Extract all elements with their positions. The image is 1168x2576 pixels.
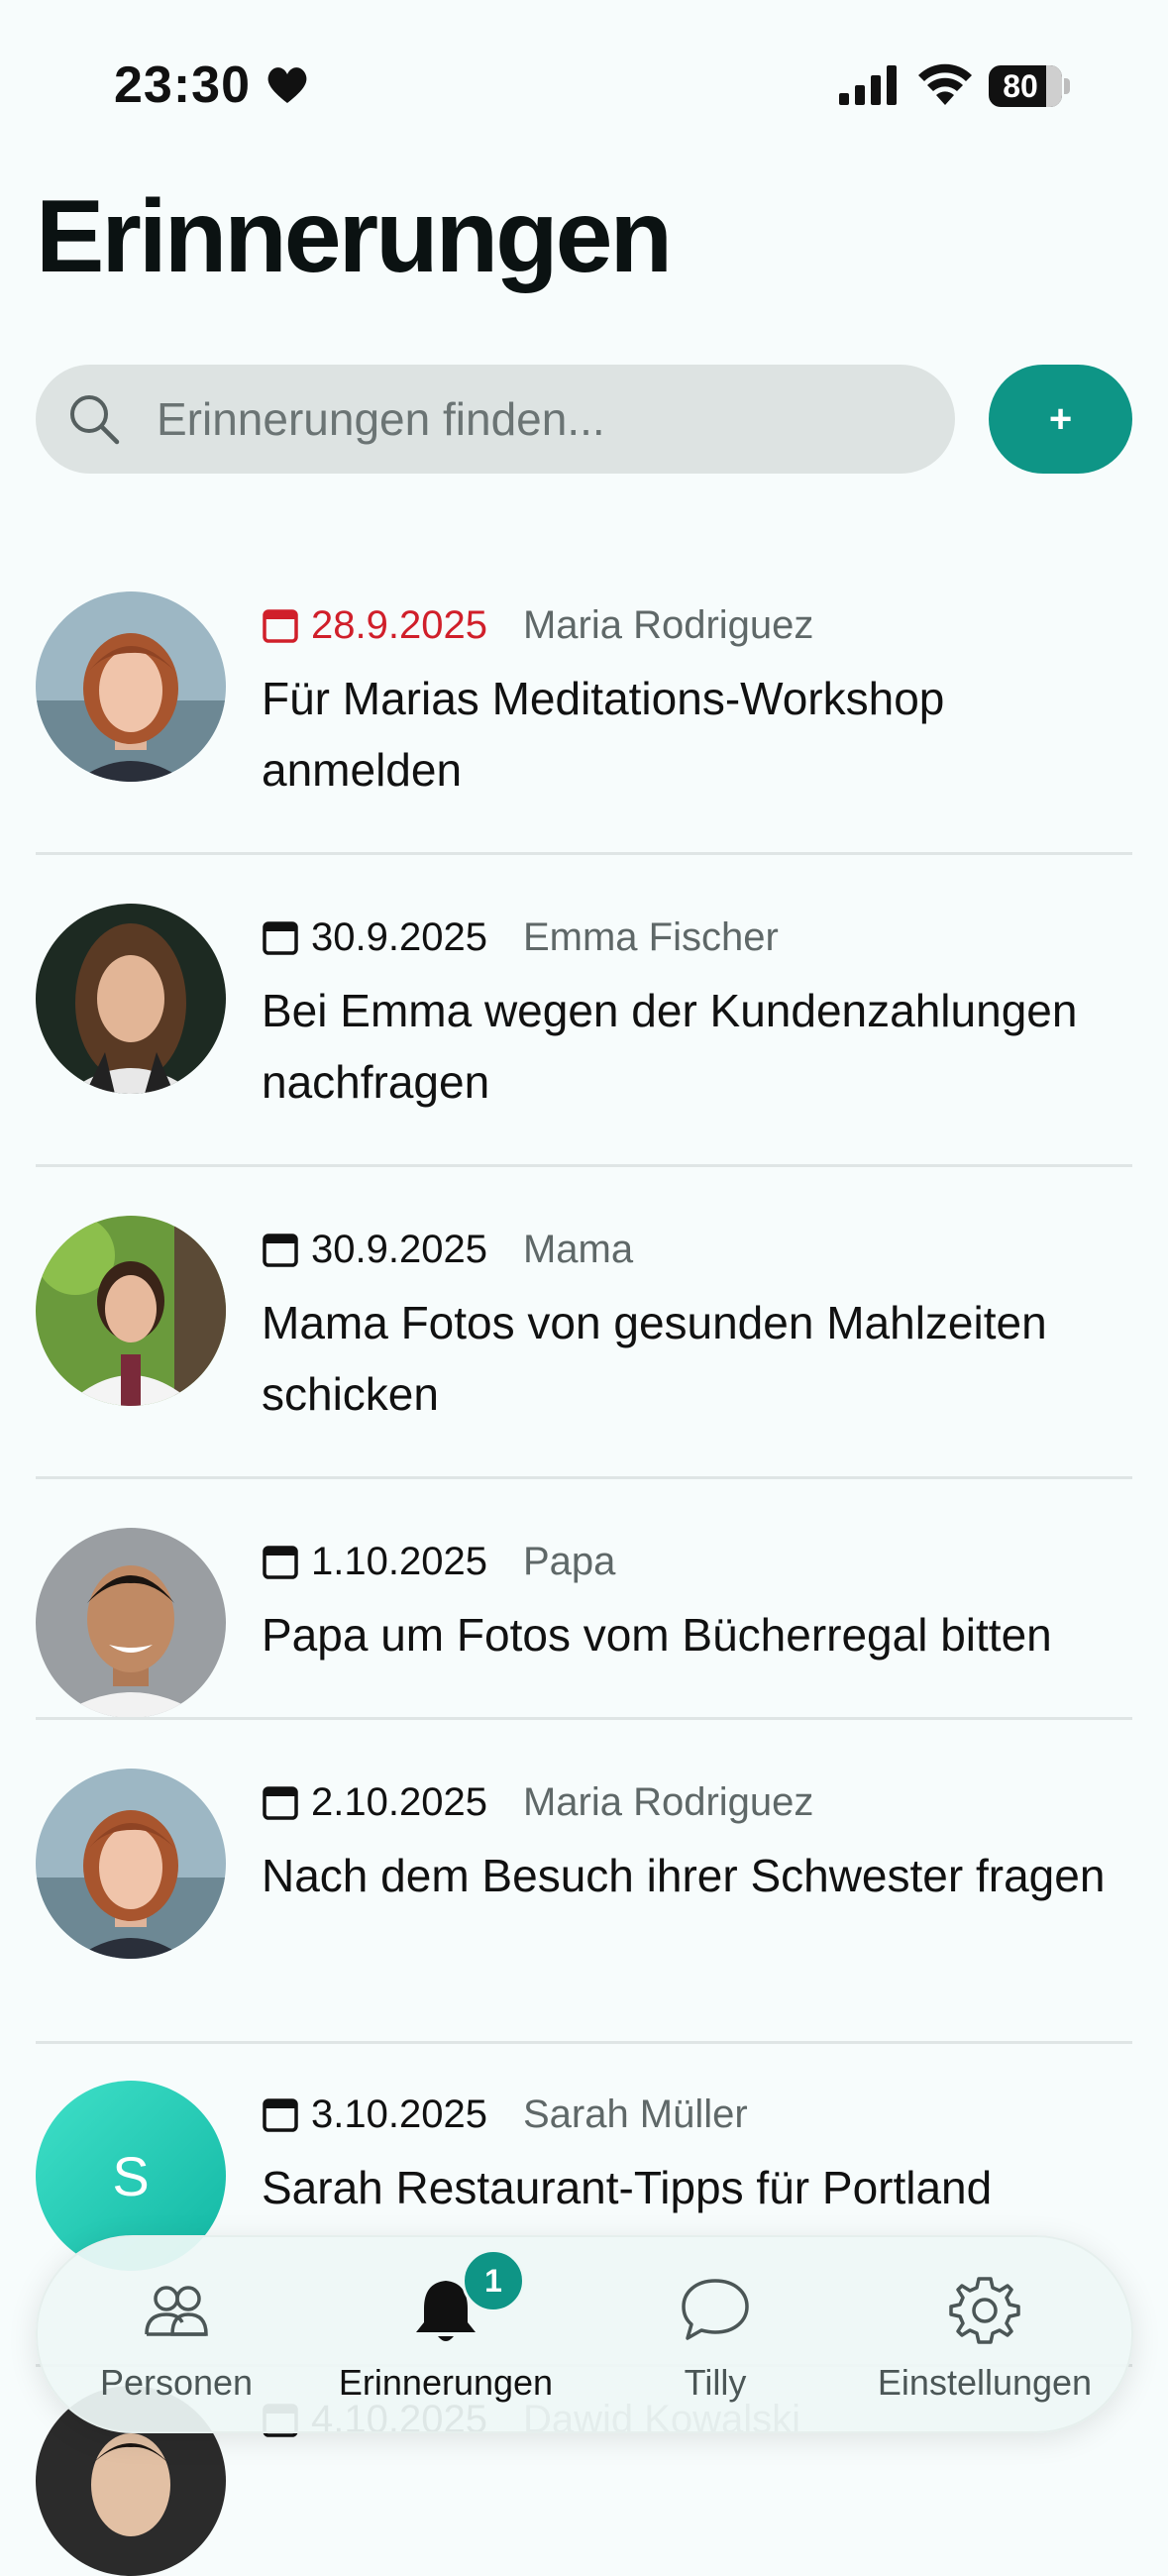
heart-icon: [267, 67, 307, 103]
calendar-icon: [263, 609, 298, 643]
avatar: [36, 904, 226, 1094]
page-title: Erinnerungen: [36, 179, 673, 294]
reminder-text: Papa um Fotos vom Bücherregal bitten: [262, 1609, 1052, 1661]
tab-label: Erinnerungen: [338, 2362, 554, 2403]
reminder-meta: 28.9.2025 Maria Rodriguez: [262, 599, 813, 651]
calendar-icon: [263, 1234, 298, 1267]
chat-bubble-icon: [682, 2279, 749, 2340]
reminder-person: Sarah Müller: [522, 2092, 748, 2136]
reminder-person: Maria Rodriguez: [522, 1779, 814, 1824]
tab-personen[interactable]: Personen: [48, 2237, 305, 2431]
notification-badge: 1: [462, 2249, 525, 2312]
avatar: [36, 1769, 226, 1959]
search-bar[interactable]: [36, 365, 955, 474]
reminder-date: 30.9.2025: [311, 914, 487, 959]
avatar: [36, 1216, 226, 1406]
avatar-initial: S: [112, 2144, 150, 2207]
reminder-text: Bei Emma wegen der Kundenzahlungen nachf…: [262, 985, 1078, 1108]
reminder-text: Nach dem Besuch ihrer Schwester fragen: [262, 1850, 1106, 1901]
tab-bar: Personen 1 Erinnerungen Tilly Einstellun…: [36, 2235, 1133, 2433]
add-reminder-button[interactable]: +: [989, 365, 1132, 474]
divider: [36, 1717, 1132, 1720]
people-icon: [145, 2286, 208, 2336]
tab-tilly[interactable]: Tilly: [586, 2237, 844, 2431]
tab-einstellungen[interactable]: Einstellungen: [856, 2237, 1114, 2431]
reminder-person: Maria Rodriguez: [522, 602, 814, 647]
reminder-date: 28.9.2025: [311, 602, 487, 647]
avatar: [36, 591, 226, 782]
divider: [36, 1476, 1132, 1479]
reminder-meta: 1.10.2025 Papa: [262, 1536, 615, 1587]
reminder-date: 3.10.2025: [311, 2092, 487, 2136]
calendar-icon: [263, 1786, 298, 1820]
calendar-icon: [263, 921, 298, 955]
reminder-person: Emma Fischer: [522, 914, 779, 959]
divider: [36, 2041, 1132, 2044]
tab-label: Einstellungen: [877, 2362, 1093, 2403]
calendar-icon: [263, 1546, 298, 1579]
status-time: 23:30: [114, 56, 251, 114]
battery-indicator: 80: [989, 65, 1070, 107]
reminder-text: Mama Fotos von gesunden Mahlzeiten schic…: [262, 1297, 1047, 1420]
avatar: [36, 1528, 226, 1718]
tab-erinnerungen[interactable]: 1 Erinnerungen: [317, 2237, 575, 2431]
wifi-icon: [918, 63, 972, 105]
reminder-person: Mama: [522, 1227, 634, 1271]
reminder-meta: 30.9.2025 Emma Fischer: [262, 912, 779, 963]
reminder-person: Papa: [522, 1539, 616, 1583]
reminder-meta: 30.9.2025 Mama: [262, 1224, 633, 1275]
gear-icon: [949, 2277, 1020, 2344]
tab-label: Personen: [99, 2362, 254, 2403]
divider: [36, 1164, 1132, 1167]
reminder-date: 2.10.2025: [311, 1779, 487, 1824]
status-bar: 23:30 80: [0, 0, 1168, 149]
calendar-icon: [263, 2098, 298, 2132]
reminder-date: 1.10.2025: [311, 1539, 487, 1583]
reminder-meta: 3.10.2025 Sarah Müller: [262, 2089, 748, 2140]
tab-label: Tilly: [684, 2362, 747, 2403]
divider: [36, 852, 1132, 855]
search-icon: [70, 395, 120, 445]
reminder-date: 30.9.2025: [311, 1227, 487, 1271]
reminder-text: Sarah Restaurant-Tipps für Portland: [262, 2162, 993, 2213]
search-input[interactable]: [157, 365, 929, 474]
reminder-text: Für Marias Meditations-Workshop anmelden: [262, 673, 945, 796]
reminder-meta: 2.10.2025 Maria Rodriguez: [262, 1776, 813, 1828]
battery-level: 80: [1003, 68, 1038, 104]
signal-icon: [839, 65, 897, 105]
